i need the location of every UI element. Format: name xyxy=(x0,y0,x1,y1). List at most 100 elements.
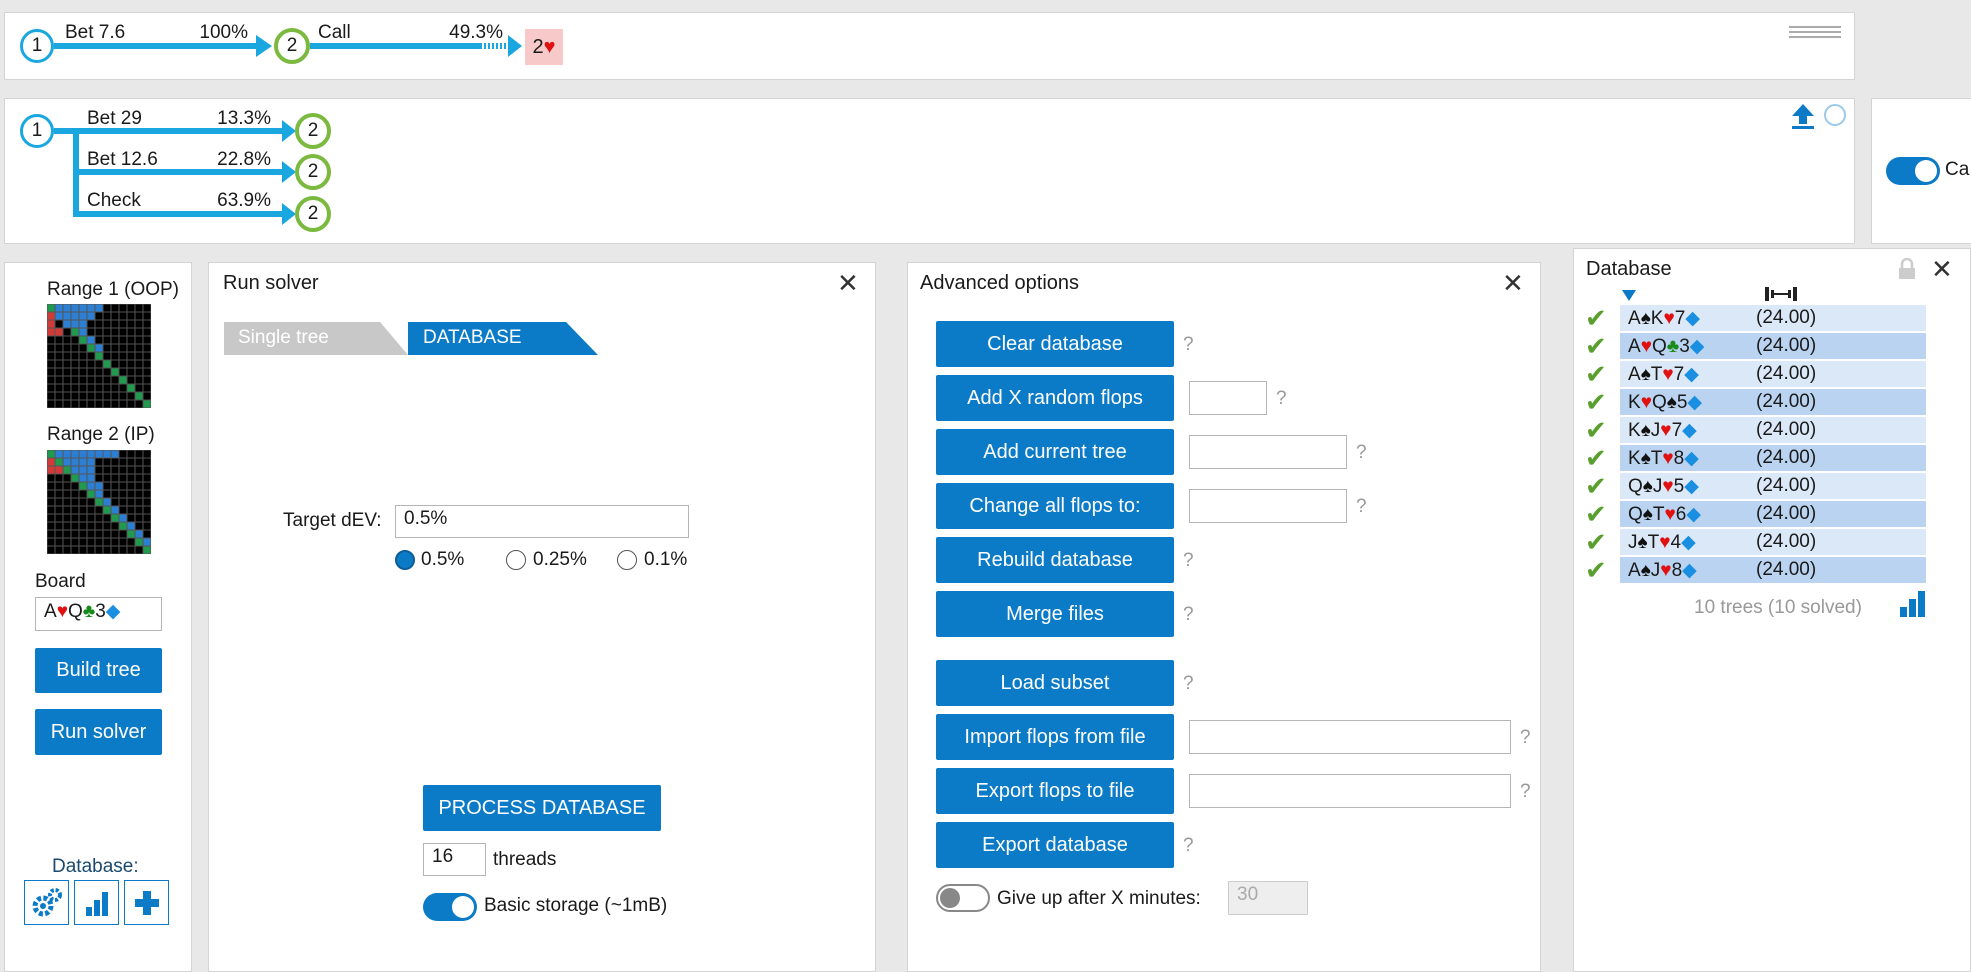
bar-chart-icon[interactable] xyxy=(74,880,119,925)
range-cell[interactable] xyxy=(127,352,135,360)
range-cell[interactable] xyxy=(135,474,143,482)
range-cell[interactable] xyxy=(143,482,151,490)
database-row[interactable]: A♥Q♣3◆ (24.00) xyxy=(1620,333,1926,359)
range-cell[interactable] xyxy=(111,368,119,376)
database-row[interactable]: A♠J♥8◆ (24.00) xyxy=(1620,557,1926,583)
range-cell[interactable] xyxy=(55,498,63,506)
range-cell[interactable] xyxy=(71,384,79,392)
range-cell[interactable] xyxy=(87,304,95,312)
range-cell[interactable] xyxy=(47,376,55,384)
range-cell[interactable] xyxy=(119,384,127,392)
range-cell[interactable] xyxy=(47,466,55,474)
range-cell[interactable] xyxy=(95,392,103,400)
node-player2[interactable]: 2 xyxy=(295,113,331,149)
range-cell[interactable] xyxy=(47,482,55,490)
range-cell[interactable] xyxy=(119,336,127,344)
range-cell[interactable] xyxy=(95,538,103,546)
range-cell[interactable] xyxy=(79,304,87,312)
range-cell[interactable] xyxy=(103,400,111,408)
range-cell[interactable] xyxy=(143,450,151,458)
range-cell[interactable] xyxy=(55,376,63,384)
range-cell[interactable] xyxy=(79,392,87,400)
range-cell[interactable] xyxy=(127,450,135,458)
range-cell[interactable] xyxy=(55,328,63,336)
range-cell[interactable] xyxy=(87,506,95,514)
bar-chart-icon[interactable] xyxy=(1898,590,1926,618)
range-cell[interactable] xyxy=(119,328,127,336)
range-cell[interactable] xyxy=(143,384,151,392)
range-cell[interactable] xyxy=(87,360,95,368)
range-cell[interactable] xyxy=(79,376,87,384)
range-cell[interactable] xyxy=(103,352,111,360)
database-row[interactable]: K♠J♥7◆ (24.00) xyxy=(1620,417,1926,443)
help-icon[interactable]: ? xyxy=(1520,727,1531,749)
range-cell[interactable] xyxy=(119,312,127,320)
range-cell[interactable] xyxy=(119,400,127,408)
help-icon[interactable]: ? xyxy=(1520,781,1531,803)
range-cell[interactable] xyxy=(127,336,135,344)
range-cell[interactable] xyxy=(143,392,151,400)
range-cell[interactable] xyxy=(119,482,127,490)
range-cell[interactable] xyxy=(111,474,119,482)
range-cell[interactable] xyxy=(135,466,143,474)
range-cell[interactable] xyxy=(95,344,103,352)
range-cell[interactable] xyxy=(63,392,71,400)
range-cell[interactable] xyxy=(103,498,111,506)
range-cell[interactable] xyxy=(143,538,151,546)
random-flops-input[interactable] xyxy=(1189,381,1267,415)
range-cell[interactable] xyxy=(87,392,95,400)
range-cell[interactable] xyxy=(143,474,151,482)
range-cell[interactable] xyxy=(63,530,71,538)
range-cell[interactable] xyxy=(143,546,151,554)
range-cell[interactable] xyxy=(135,458,143,466)
range-cell[interactable] xyxy=(119,360,127,368)
range-cell[interactable] xyxy=(55,352,63,360)
range-cell[interactable] xyxy=(103,368,111,376)
range-cell[interactable] xyxy=(103,450,111,458)
range-cell[interactable] xyxy=(103,360,111,368)
range-cell[interactable] xyxy=(95,376,103,384)
range-cell[interactable] xyxy=(135,546,143,554)
range-cell[interactable] xyxy=(87,320,95,328)
range-cell[interactable] xyxy=(47,320,55,328)
range-cell[interactable] xyxy=(111,392,119,400)
range-cell[interactable] xyxy=(47,400,55,408)
range-cell[interactable] xyxy=(79,466,87,474)
range-cell[interactable] xyxy=(143,320,151,328)
range-cell[interactable] xyxy=(95,352,103,360)
range-cell[interactable] xyxy=(119,376,127,384)
range-cell[interactable] xyxy=(135,328,143,336)
range-cell[interactable] xyxy=(55,336,63,344)
range-cell[interactable] xyxy=(119,546,127,554)
range-cell[interactable] xyxy=(135,538,143,546)
range-cell[interactable] xyxy=(87,538,95,546)
range-cell[interactable] xyxy=(103,466,111,474)
range-cell[interactable] xyxy=(47,522,55,530)
help-icon[interactable]: ? xyxy=(1183,673,1194,695)
range-cell[interactable] xyxy=(55,466,63,474)
range-cell[interactable] xyxy=(119,320,127,328)
database-row[interactable]: A♠T♥7◆ (24.00) xyxy=(1620,361,1926,387)
range-cell[interactable] xyxy=(79,498,87,506)
range-cell[interactable] xyxy=(119,458,127,466)
range-cell[interactable] xyxy=(127,522,135,530)
range-cell[interactable] xyxy=(111,458,119,466)
range-cell[interactable] xyxy=(79,384,87,392)
import-file-input[interactable] xyxy=(1189,720,1511,754)
range-cell[interactable] xyxy=(71,530,79,538)
range-cell[interactable] xyxy=(79,450,87,458)
range-cell[interactable] xyxy=(143,522,151,530)
run-solver-button[interactable]: Run solver xyxy=(35,709,162,755)
range-cell[interactable] xyxy=(71,474,79,482)
range-cell[interactable] xyxy=(135,360,143,368)
range-cell[interactable] xyxy=(103,312,111,320)
range-cell[interactable] xyxy=(55,482,63,490)
range-cell[interactable] xyxy=(111,352,119,360)
board-input[interactable]: A♥Q♣3◆ xyxy=(35,597,162,631)
range-cell[interactable] xyxy=(63,384,71,392)
range-cell[interactable] xyxy=(55,304,63,312)
range-cell[interactable] xyxy=(79,538,87,546)
range-cell[interactable] xyxy=(87,336,95,344)
range2-matrix[interactable] xyxy=(47,450,151,554)
range-cell[interactable] xyxy=(111,514,119,522)
